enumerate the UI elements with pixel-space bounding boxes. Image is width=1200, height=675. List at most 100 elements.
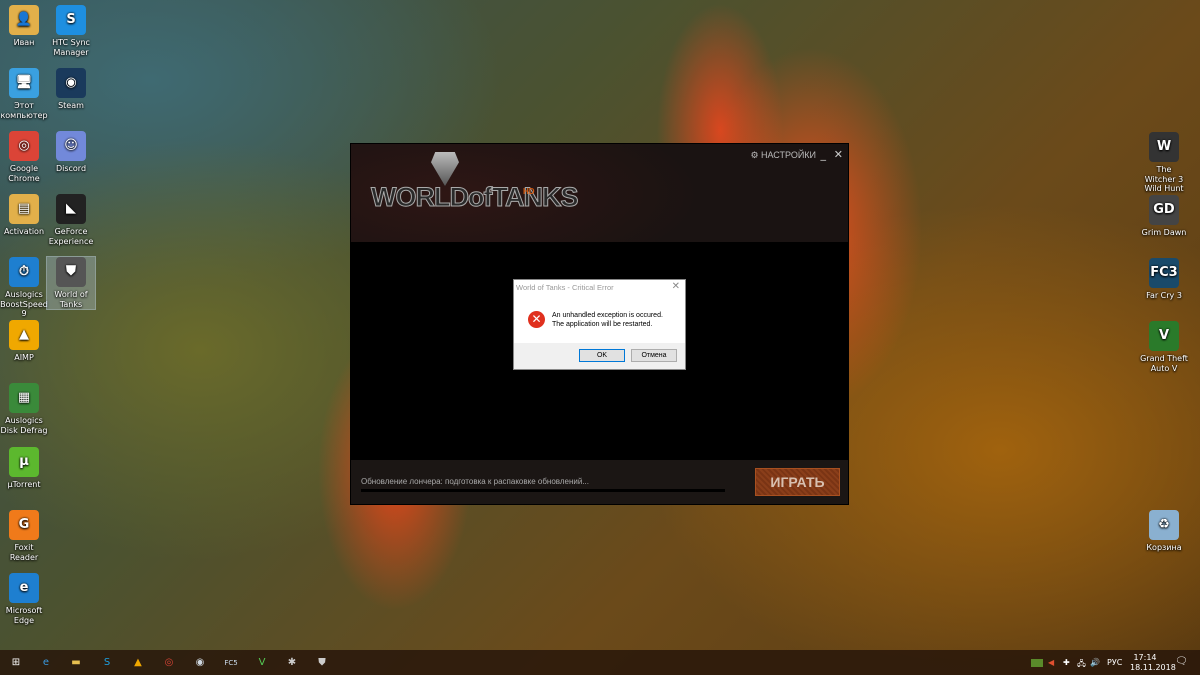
- far-cry-3-icon: FC3: [1149, 258, 1179, 288]
- icon-label: AIMP: [14, 353, 34, 362]
- dialog-message: An unhandled exception is occured. The a…: [552, 312, 663, 329]
- world-of-tanks-icon: ⛊: [56, 257, 86, 287]
- far-cry-5-taskbar-icon[interactable]: FC5: [222, 654, 240, 671]
- explorer-taskbar-icon[interactable]: ▬: [67, 654, 85, 671]
- time: 17:14: [1133, 653, 1157, 662]
- desktop-icon-activation[interactable]: ▤ Activation: [0, 194, 48, 237]
- foxit-reader-icon: G: [9, 510, 39, 540]
- microsoft-edge-icon: e: [9, 573, 39, 603]
- icon-label: Этот компьютер: [0, 101, 48, 120]
- dialog-close-icon[interactable]: ✕: [672, 281, 680, 292]
- icon-label: Activation: [3, 227, 45, 236]
- dialog-title: World of Tanks - Critical Error: [516, 283, 614, 292]
- start-taskbar-icon[interactable]: ⊞: [7, 654, 25, 671]
- aimp-icon: ▲: [9, 320, 39, 350]
- steam-taskbar-icon[interactable]: ◉: [191, 654, 209, 671]
- steam-icon: ◉: [56, 68, 86, 98]
- update-status: Обновление лончера: подготовка к распако…: [361, 477, 589, 486]
- htc-sync-manager-icon: S: [56, 5, 86, 35]
- google-chrome-icon: ◎: [9, 131, 39, 161]
- cancel-button[interactable]: Отмена: [631, 349, 677, 362]
- launcher-header: WORLDofTANKS HD ⚙ НАСТРОЙКИ _ ✕: [351, 144, 848, 242]
- wot-logo: WORLDofTANKS: [370, 182, 578, 213]
- notifications-icon[interactable]: 🗨: [1175, 656, 1188, 667]
- message-line-1: An unhandled exception is occured.: [552, 312, 663, 319]
- icon-label: Grand Theft Auto V: [1140, 354, 1188, 373]
- defender-tray-icon[interactable]: ✚: [1063, 658, 1070, 667]
- play-button[interactable]: ИГРАТЬ: [755, 468, 840, 496]
- network-icon[interactable]: 🖧: [1077, 658, 1086, 672]
- settings-button[interactable]: ⚙ НАСТРОЙКИ: [750, 150, 816, 161]
- icon-label: Auslogics BoostSpeed 9: [0, 290, 48, 318]
- icon-label: The Witcher 3 Wild Hunt: [1144, 165, 1184, 193]
- -torrent-icon: µ: [9, 447, 39, 477]
- clock[interactable]: 17:14 18.11.2018: [1130, 653, 1176, 673]
- date: 18.11.2018: [1130, 663, 1176, 672]
- wot-shield-logo-icon: [431, 152, 459, 186]
- edge-taskbar-icon[interactable]: e: [37, 654, 55, 671]
- desktop-icon-world-of-tanks[interactable]: ⛊ World of Tanks: [46, 256, 96, 310]
- icon-label: World of Tanks: [54, 290, 88, 309]
- desktop-icon-этот-компьютер[interactable]: 🖥 Этот компьютер: [0, 68, 48, 120]
- desktop-icon-google-chrome[interactable]: ◎ Google Chrome: [0, 131, 48, 183]
- icon-label: GeForce Experience: [48, 227, 94, 246]
- taskbar: ⊞ e ▬ S ▲ ◎ ◉ FC5 V ✱ ⛊ ◀ ✚ 🖧 🔊 РУС 17:14 18.11.20…: [0, 650, 1200, 675]
- aimp-taskbar-icon[interactable]: ▲: [129, 654, 147, 671]
- icon-label: Корзина: [1146, 543, 1182, 552]
- nvidia-tray-icon[interactable]: [1031, 659, 1043, 667]
- grim-dawn-icon: GD: [1149, 195, 1179, 225]
- icon-label: µTorrent: [7, 480, 41, 489]
- aimp-tray-icon[interactable]: ◀: [1048, 658, 1054, 667]
- auslogics-boostspeed-9-icon: ⏱: [9, 257, 39, 287]
- minimize-icon[interactable]: _: [821, 148, 827, 161]
- desktop-icon-корзина[interactable]: ♻ Корзина: [1140, 510, 1188, 553]
- --icon: ♻: [1149, 510, 1179, 540]
- update-progress-bar: [361, 489, 725, 492]
- desktop-icon-auslogics-boostspeed-9[interactable]: ⏱ Auslogics BoostSpeed 9: [0, 257, 48, 319]
- ok-button[interactable]: OK: [579, 349, 625, 362]
- critical-error-dialog: World of Tanks - Critical Error ✕ ✕ An u…: [513, 279, 686, 370]
- dialog-button-bar: OK Отмена: [514, 343, 685, 369]
- icon-label: HTC Sync Manager: [52, 38, 90, 57]
- icon-label: Microsoft Edge: [5, 606, 43, 625]
- icon-label: Steam: [58, 101, 84, 110]
- desktop-icon-grim-dawn[interactable]: GD Grim Dawn: [1140, 195, 1188, 238]
- icon-label: Google Chrome: [8, 164, 40, 183]
- auslogics-disk-defrag-icon: ▦: [9, 383, 39, 413]
- desktop-icon-discord[interactable]: ☺ Discord: [47, 131, 95, 174]
- launcher-footer: Обновление лончера: подготовка к распако…: [351, 460, 848, 506]
- desktop-icon-µtorrent[interactable]: µ µTorrent: [0, 447, 48, 490]
- --icon: 👤: [9, 5, 39, 35]
- icon-label: Grim Dawn: [1141, 228, 1187, 237]
- language-indicator[interactable]: РУС: [1107, 658, 1122, 667]
- geforce-experience-icon: ◣: [56, 194, 86, 224]
- desktop-icon-auslogics-disk-defrag[interactable]: ▦ Auslogics Disk Defrag: [0, 383, 48, 435]
- skype-taskbar-icon[interactable]: S: [98, 654, 116, 671]
- desktop-icon-geforce-experience[interactable]: ◣ GeForce Experience: [47, 194, 95, 246]
- close-icon[interactable]: ✕: [834, 148, 843, 161]
- desktop-icon-grand-theft-auto-v[interactable]: V Grand Theft Auto V: [1140, 321, 1188, 373]
- the-witcher-3-wild-hunt-icon: W: [1149, 132, 1179, 162]
- world-of-tanks-taskbar-icon[interactable]: ⛊: [313, 654, 331, 671]
- spider-taskbar-icon[interactable]: ✱: [283, 654, 301, 671]
- icon-label: Far Cry 3: [1146, 291, 1182, 300]
- icon-label: Иван: [13, 38, 35, 47]
- icon-label: Foxit Reader: [9, 543, 39, 562]
- desktop-icon-foxit-reader[interactable]: G Foxit Reader: [0, 510, 48, 562]
- icon-label: Discord: [55, 164, 87, 173]
- activation-icon: ▤: [9, 194, 39, 224]
- desktop-icon-htc-sync-manager[interactable]: S HTC Sync Manager: [47, 5, 95, 57]
- icon-label: Auslogics Disk Defrag: [0, 416, 48, 435]
- desktop-icon-microsoft-edge[interactable]: e Microsoft Edge: [0, 573, 48, 625]
- gta-v-taskbar-icon[interactable]: V: [253, 654, 271, 671]
- --icon: 🖥: [9, 68, 39, 98]
- discord-icon: ☺: [56, 131, 86, 161]
- desktop-icon-aimp[interactable]: ▲ AIMP: [0, 320, 48, 363]
- volume-icon[interactable]: 🔊: [1090, 658, 1100, 667]
- desktop-icon-иван[interactable]: 👤 Иван: [0, 5, 48, 48]
- chrome-taskbar-icon[interactable]: ◎: [160, 654, 178, 671]
- desktop-icon-the-witcher-3-wild-hunt[interactable]: W The Witcher 3 Wild Hunt: [1140, 132, 1188, 194]
- desktop-icon-steam[interactable]: ◉ Steam: [47, 68, 95, 111]
- desktop-icon-far-cry-3[interactable]: FC3 Far Cry 3: [1140, 258, 1188, 301]
- grand-theft-auto-v-icon: V: [1149, 321, 1179, 351]
